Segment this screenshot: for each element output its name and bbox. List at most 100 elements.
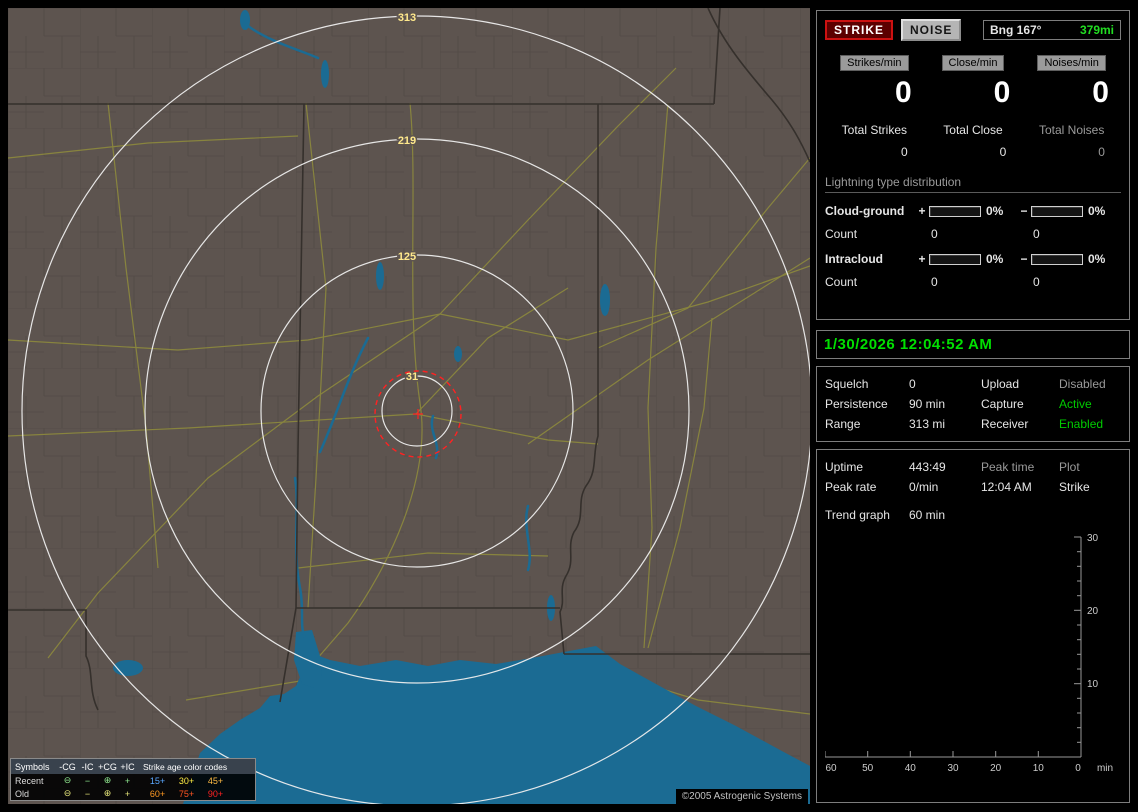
bearing-label: Bng 167° xyxy=(990,23,1042,37)
total-noises-label: Total Noises xyxy=(1038,123,1105,137)
y-tick-20: 20 xyxy=(1087,606,1099,617)
nexstorm-app: { "colors": { "accent_green": "#00cc00",… xyxy=(0,0,1138,812)
trend-panel: Uptime 443:49 Peak time Plot Peak rate 0… xyxy=(816,449,1130,803)
range-label: Range xyxy=(825,417,861,431)
cg-plus-bar xyxy=(929,205,981,217)
strike-mode-button[interactable]: STRIKE xyxy=(825,20,894,40)
range-value: 313 mi xyxy=(909,417,946,431)
ic-plus-bar xyxy=(929,253,981,265)
squelch-value: 0 xyxy=(909,377,916,391)
x-tick-30: 30 xyxy=(947,763,959,774)
status-row: Persistence 90 min Capture Active xyxy=(825,394,1121,414)
age-code-90: 90+ xyxy=(207,788,224,799)
legend-col-ncg: -CG xyxy=(59,761,76,772)
cloud-ground-row: Cloud-ground + 0% − 0% xyxy=(825,203,1121,219)
map-canvas[interactable]: 313 219 125 31 xyxy=(8,8,810,804)
upload-status: Disabled xyxy=(1059,377,1106,391)
receiver-status: Enabled xyxy=(1059,417,1104,431)
status-row: Range 313 mi Receiver Enabled xyxy=(825,414,1121,434)
y-tick-10: 10 xyxy=(1087,679,1099,690)
noises-per-min-value: 0 xyxy=(1092,76,1109,109)
cg-minus-pct: 0% xyxy=(1088,204,1106,218)
intracloud-count-row: Count 0 0 xyxy=(825,275,1121,289)
ic-minus-pct: 0% xyxy=(1088,252,1106,266)
x-tick-60: 60 xyxy=(825,763,837,774)
upload-label: Upload xyxy=(981,377,1020,391)
map-legend: Symbols -CG -IC +CG +IC Strike age color… xyxy=(10,758,256,801)
strikes-per-min-badge[interactable]: Strikes/min xyxy=(840,55,909,71)
ic-count-label: Count xyxy=(825,275,858,289)
bearing-display: Bng 167° 379mi xyxy=(983,20,1121,40)
cloud-ground-count-row: Count 0 0 xyxy=(825,227,1121,241)
copyright-text: ©2005 Astrogenic Systems xyxy=(675,789,808,804)
cg-minus-bar xyxy=(1031,205,1083,217)
peak-time-value: 12:04 AM xyxy=(981,480,1032,494)
cloud-ground-label: Cloud-ground xyxy=(825,204,905,218)
lightning-map[interactable]: 313 219 125 31 Symbols -CG -IC +CG +IC S… xyxy=(8,8,810,804)
cg-plus-count: 0 xyxy=(931,227,938,241)
plus-sign: + xyxy=(918,252,926,266)
x-tick-0: 0 xyxy=(1075,763,1081,774)
intracloud-label: Intracloud xyxy=(825,252,884,266)
plot-value: Strike xyxy=(1059,480,1090,494)
intracloud-row: Intracloud + 0% − 0% xyxy=(825,251,1121,267)
symbol-pos-cg-recent-icon: ⊕ xyxy=(103,775,112,785)
noise-mode-button[interactable]: NOISE xyxy=(901,19,962,41)
cg-minus-count: 0 xyxy=(1033,227,1040,241)
symbol-neg-ic-old-icon: − xyxy=(84,788,91,799)
persistence-value: 90 min xyxy=(909,397,946,411)
noises-per-min-badge[interactable]: Noises/min xyxy=(1037,55,1106,71)
uptime-label: Uptime xyxy=(825,460,864,474)
ring-label-313: 313 xyxy=(398,12,416,24)
x-tick-10: 10 xyxy=(1033,763,1045,774)
plot-label: Plot xyxy=(1059,460,1080,474)
legend-col-nic: -IC xyxy=(81,761,94,772)
plus-sign: + xyxy=(918,204,926,218)
ic-plus-pct: 0% xyxy=(986,252,1004,266)
noises-column: Noises/min 0 Total Noises 0 xyxy=(1022,55,1121,159)
y-tick-30: 30 xyxy=(1087,533,1099,544)
info-row: Peak rate 0/min 12:04 AM Strike xyxy=(825,477,1121,497)
x-axis-unit: min xyxy=(1097,763,1113,774)
close-per-min-badge[interactable]: Close/min xyxy=(941,55,1005,71)
capture-label: Capture xyxy=(981,397,1024,411)
legend-recent-row: Recent ⊖ − ⊕ + 15+ 30+ 45+ xyxy=(11,774,255,787)
symbol-pos-cg-old-icon: ⊕ xyxy=(103,788,112,798)
trend-axis-labels: 30 20 10 60 50 40 30 20 10 0 min xyxy=(825,533,1113,774)
rate-columns: Strikes/min 0 Total Strikes 0 Close/min … xyxy=(825,55,1121,159)
legend-symbols-title: Symbols xyxy=(15,761,50,772)
symbol-neg-cg-recent-icon: ⊖ xyxy=(63,775,72,785)
persistence-label: Persistence xyxy=(825,397,888,411)
trend-graph-value: 60 min xyxy=(909,508,946,522)
legend-recent-label: Recent xyxy=(15,775,44,786)
symbol-pos-ic-recent-icon: + xyxy=(124,775,131,786)
status-row: Squelch 0 Upload Disabled xyxy=(825,374,1121,394)
strikes-column: Strikes/min 0 Total Strikes 0 xyxy=(825,55,924,159)
ic-plus-count: 0 xyxy=(931,275,938,289)
status-panel: Squelch 0 Upload Disabled Persistence 90… xyxy=(816,366,1130,442)
total-noises-value: 0 xyxy=(1098,145,1105,159)
legend-old-row: Old ⊖ − ⊕ + 60+ 75+ 90+ xyxy=(11,787,255,800)
trend-graph-chart: 30 20 10 60 50 40 30 20 10 0 min xyxy=(824,533,1113,774)
ring-label-125: 125 xyxy=(398,251,416,263)
legend-old-label: Old xyxy=(15,788,30,799)
receiver-label: Receiver xyxy=(981,417,1029,431)
close-per-min-value: 0 xyxy=(993,76,1011,109)
legend-header-row: Symbols -CG -IC +CG +IC Strike age color… xyxy=(11,759,255,774)
trend-axes xyxy=(824,536,1082,758)
total-strikes-label: Total Strikes xyxy=(841,123,907,137)
age-code-45: 45+ xyxy=(207,775,224,786)
strike-stats-panel: STRIKE NOISE Bng 167° 379mi Strikes/min … xyxy=(816,10,1130,320)
info-row: Uptime 443:49 Peak time Plot xyxy=(825,457,1121,477)
x-tick-40: 40 xyxy=(905,763,917,774)
legend-col-pcg: +CG xyxy=(98,761,117,772)
trend-graph-label: Trend graph xyxy=(825,508,890,522)
clock-panel: 1/30/2026 12:04:52 AM xyxy=(816,330,1130,359)
x-tick-50: 50 xyxy=(862,763,874,774)
cg-plus-pct: 0% xyxy=(986,204,1004,218)
symbol-pos-ic-old-icon: + xyxy=(124,788,131,799)
sidebar: STRIKE NOISE Bng 167° 379mi Strikes/min … xyxy=(816,10,1130,803)
bearing-range-value: 379mi xyxy=(1079,23,1114,37)
total-close-value: 0 xyxy=(999,145,1007,159)
minus-sign: − xyxy=(1020,204,1028,218)
